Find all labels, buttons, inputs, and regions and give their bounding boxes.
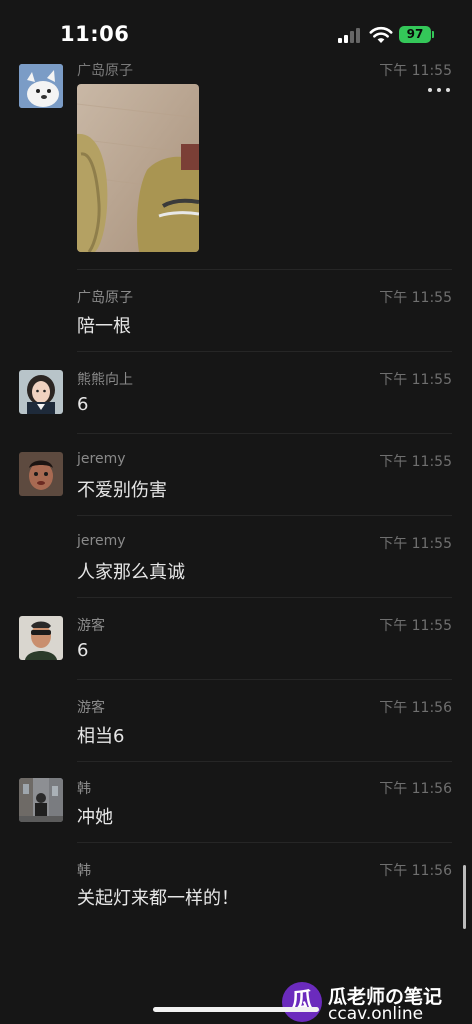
message-text: 6: [77, 394, 89, 415]
status-time: 11:06: [60, 22, 130, 46]
avatar-han[interactable]: [19, 778, 63, 822]
message-time: 下午 11:55: [379, 618, 452, 634]
message-time: 下午 11:55: [379, 372, 452, 388]
divider: [77, 351, 452, 352]
message-time: 下午 11:55: [379, 536, 452, 552]
battery-tip: [432, 31, 434, 38]
avatar-guest[interactable]: [19, 616, 63, 660]
dog-avatar-icon: [19, 64, 63, 108]
watermark-logo: 瓜: [282, 982, 322, 1022]
avatar-jeremy[interactable]: [19, 452, 63, 496]
avatar-girl[interactable]: [19, 370, 63, 414]
watermark: 瓜 瓜老师の笔记 ccav.online: [282, 980, 472, 1024]
jeremy-avatar-icon: [19, 452, 63, 496]
shoes-photo[interactable]: [77, 84, 199, 252]
shoes-image: [77, 84, 199, 252]
message-time: 下午 11:56: [379, 700, 452, 716]
message-time: 下午 11:55: [379, 290, 452, 306]
watermark-url: ccav.online: [328, 1004, 424, 1024]
divider: [77, 269, 452, 270]
sender-name: jeremy: [77, 451, 126, 467]
divider: [77, 515, 452, 516]
sender-name: 韩: [77, 781, 91, 797]
sender-name: 游客: [77, 700, 105, 716]
scrollbar[interactable]: [463, 865, 466, 929]
message-time: 下午 11:56: [379, 863, 452, 879]
message-text: 6: [77, 640, 89, 661]
message-time: 下午 11:55: [379, 63, 452, 79]
wifi-icon: [369, 26, 393, 43]
avatar-dog[interactable]: [19, 64, 63, 108]
message-text: 不爱别伤害: [77, 480, 167, 501]
divider: [77, 433, 452, 434]
status-bar: 11:06 97: [0, 0, 472, 64]
sender-name: 熊熊向上: [77, 372, 133, 388]
more-options-button[interactable]: [424, 80, 454, 100]
girl-avatar-icon: [19, 370, 63, 414]
han-avatar-icon: [19, 778, 63, 822]
divider: [77, 842, 452, 843]
divider: [77, 679, 452, 680]
divider: [77, 761, 452, 762]
sender-name: 游客: [77, 618, 105, 634]
signal-icon: [338, 27, 362, 43]
message-text: 关起灯来都一样的！: [77, 888, 239, 909]
guest-avatar-icon: [19, 616, 63, 660]
sender-name: 广岛原子: [77, 63, 133, 79]
message-text: 陪一根: [77, 316, 131, 337]
sender-name: 韩: [77, 863, 91, 879]
message-time: 下午 11:55: [379, 454, 452, 470]
message-text: 冲她: [77, 807, 113, 828]
message-text: 相当6: [77, 726, 125, 747]
home-indicator[interactable]: [153, 1007, 319, 1012]
battery-icon: 97: [399, 26, 431, 43]
divider: [77, 597, 452, 598]
message-time: 下午 11:56: [379, 781, 452, 797]
sender-name: 广岛原子: [77, 290, 133, 306]
sender-name: jeremy: [77, 533, 126, 549]
message-text: 人家那么真诚: [77, 562, 185, 583]
